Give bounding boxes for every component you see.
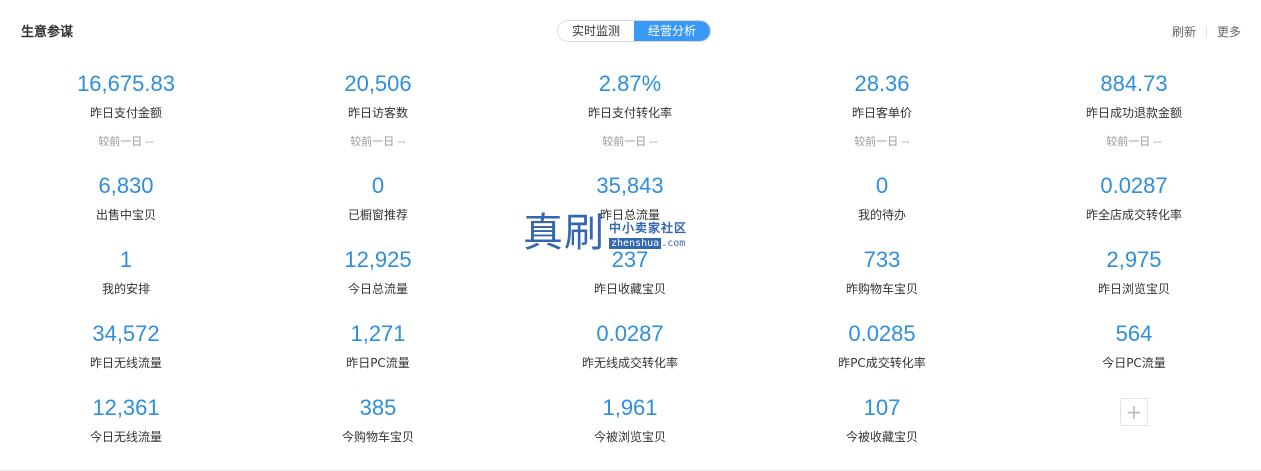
view-switch: 实时监测 经营分析 bbox=[557, 20, 712, 42]
metric-value: 0.0287 bbox=[1100, 173, 1168, 198]
metric-label: 今购物车宝贝 bbox=[341, 430, 414, 444]
metric-value: 20,506 bbox=[344, 71, 412, 96]
metric-cell[interactable]: 12,925 今日总流量 bbox=[252, 244, 504, 318]
metric-label: 今日无线流量 bbox=[89, 430, 162, 444]
metric-label: 昨日访客数 bbox=[347, 106, 408, 120]
metric-label: 今被收藏宝贝 bbox=[845, 430, 918, 444]
metric-value: 1,961 bbox=[602, 395, 658, 420]
metric-label: 今日PC流量 bbox=[1102, 356, 1166, 370]
metric-cell[interactable]: 733 昨购物车宝贝 bbox=[756, 244, 1008, 318]
metric-cell[interactable]: 1,271 昨日PC流量 bbox=[252, 318, 504, 392]
metrics-grid: 16,675.83 昨日支付金额 较前一日 -- 20,506 昨日访客数 较前… bbox=[0, 68, 1261, 466]
metric-value: 0.0285 bbox=[848, 321, 916, 346]
metric-cell[interactable]: 564 今日PC流量 bbox=[1008, 318, 1260, 392]
metric-value: 564 bbox=[1115, 321, 1153, 346]
metric-cell[interactable]: 1 我的安排 bbox=[0, 244, 252, 318]
divider bbox=[1205, 25, 1207, 38]
metric-label: 今日总流量 bbox=[347, 282, 408, 296]
metric-cell[interactable]: 107 今被收藏宝贝 bbox=[756, 392, 1008, 466]
metric-label: 昨日PC流量 bbox=[346, 356, 410, 370]
metric-cell[interactable]: 884.73 昨日成功退款金额 较前一日 -- bbox=[1008, 68, 1260, 170]
watermark-domain-suffix: .com bbox=[661, 238, 686, 249]
metric-value: 2.87% bbox=[598, 71, 662, 96]
add-metric-cell: + bbox=[1008, 392, 1260, 466]
metric-label: 昨日客单价 bbox=[851, 106, 912, 120]
tab-business-analysis[interactable]: 经营分析 bbox=[634, 21, 711, 41]
metric-value: 28.36 bbox=[854, 71, 910, 96]
watermark-domain: zhenshua .com bbox=[609, 238, 687, 249]
metric-value: 34,572 bbox=[92, 321, 160, 346]
metric-label: 昨全店成交转化率 bbox=[1085, 208, 1182, 222]
metric-cell[interactable]: 6,830 出售中宝贝 bbox=[0, 170, 252, 244]
metric-value: 107 bbox=[863, 395, 901, 420]
metric-label: 昨日收藏宝贝 bbox=[593, 282, 666, 296]
header-actions: 刷新 更多 bbox=[1172, 23, 1241, 40]
metric-value: 2,975 bbox=[1106, 247, 1162, 272]
metric-cell[interactable]: 1,961 今被浏览宝贝 bbox=[504, 392, 756, 466]
tab-realtime-monitor[interactable]: 实时监测 bbox=[558, 21, 635, 41]
metric-cell[interactable]: 385 今购物车宝贝 bbox=[252, 392, 504, 466]
metric-compare: 较前一日 -- bbox=[98, 135, 154, 148]
metric-label: 已橱窗推荐 bbox=[347, 208, 408, 222]
metric-label: 昨购物车宝贝 bbox=[845, 282, 918, 296]
panel-title: 生意参谋 bbox=[21, 25, 74, 40]
metric-cell[interactable]: 0.0287 昨无线成交转化率 bbox=[504, 318, 756, 392]
metric-value: 0 bbox=[875, 173, 889, 198]
metric-value: 0 bbox=[371, 173, 385, 198]
metric-cell[interactable]: 28.36 昨日客单价 较前一日 -- bbox=[756, 68, 1008, 170]
watermark-domain-box: zhenshua bbox=[609, 238, 662, 249]
business-advisor-panel: 生意参谋 实时监测 经营分析 刷新 更多 16,675.83 昨日支付金额 较前… bbox=[0, 0, 1261, 471]
metric-value: 0.0287 bbox=[596, 321, 664, 346]
more-link[interactable]: 更多 bbox=[1217, 23, 1241, 40]
metric-cell[interactable]: 20,506 昨日访客数 较前一日 -- bbox=[252, 68, 504, 170]
watermark-top-text: 中小卖家社区 bbox=[609, 221, 688, 235]
metric-compare: 较前一日 -- bbox=[854, 135, 910, 148]
metrics-row: 1 我的安排 12,925 今日总流量 237 昨日收藏宝贝 733 昨购物车宝… bbox=[0, 244, 1261, 318]
metric-compare: 较前一日 -- bbox=[602, 135, 658, 148]
metric-value: 733 bbox=[863, 247, 901, 272]
watermark-side: 中小卖家社区 zhenshua .com bbox=[609, 219, 687, 249]
metric-label: 昨日成功退款金额 bbox=[1085, 106, 1182, 120]
watermark-main-text: 真刷 bbox=[523, 210, 605, 256]
metric-value: 12,361 bbox=[92, 395, 160, 420]
metric-value: 35,843 bbox=[596, 173, 664, 198]
metrics-row: 34,572 昨日无线流量 1,271 昨日PC流量 0.0287 昨无线成交转… bbox=[0, 318, 1261, 392]
metric-value: 6,830 bbox=[98, 173, 154, 198]
metric-label: 昨无线成交转化率 bbox=[581, 356, 678, 370]
metric-compare: 较前一日 -- bbox=[1106, 135, 1162, 148]
metric-cell[interactable]: 16,675.83 昨日支付金额 较前一日 -- bbox=[0, 68, 252, 170]
metric-value: 16,675.83 bbox=[77, 71, 175, 96]
plus-icon[interactable]: + bbox=[1120, 398, 1148, 426]
metric-value: 1 bbox=[119, 247, 133, 272]
metric-label: 昨日支付金额 bbox=[89, 106, 162, 120]
metric-label: 我的待办 bbox=[857, 208, 906, 222]
refresh-link[interactable]: 刷新 bbox=[1172, 23, 1196, 40]
metric-cell[interactable]: 0 已橱窗推荐 bbox=[252, 170, 504, 244]
metric-compare: 较前一日 -- bbox=[350, 135, 406, 148]
metric-label: 昨日浏览宝贝 bbox=[1097, 282, 1170, 296]
metric-value: 1,271 bbox=[350, 321, 406, 346]
watermark: 真刷 中小卖家社区 zhenshua .com bbox=[523, 211, 687, 255]
metrics-row: 16,675.83 昨日支付金额 较前一日 -- 20,506 昨日访客数 较前… bbox=[0, 68, 1261, 170]
metric-value: 12,925 bbox=[344, 247, 412, 272]
metric-value: 385 bbox=[359, 395, 397, 420]
metric-label: 今被浏览宝贝 bbox=[593, 430, 666, 444]
metric-cell[interactable]: 0 我的待办 bbox=[756, 170, 1008, 244]
metric-label: 出售中宝贝 bbox=[95, 208, 156, 222]
metric-cell[interactable]: 2,975 昨日浏览宝贝 bbox=[1008, 244, 1260, 318]
metric-label: 昨日无线流量 bbox=[89, 356, 162, 370]
metric-cell[interactable]: 12,361 今日无线流量 bbox=[0, 392, 252, 466]
metric-cell[interactable]: 0.0285 昨PC成交转化率 bbox=[756, 318, 1008, 392]
metric-cell[interactable]: 34,572 昨日无线流量 bbox=[0, 318, 252, 392]
metric-label: 我的安排 bbox=[101, 282, 150, 296]
metric-label: 昨日支付转化率 bbox=[587, 106, 672, 120]
metric-cell[interactable]: 0.0287 昨全店成交转化率 bbox=[1008, 170, 1260, 244]
metric-value: 884.73 bbox=[1100, 71, 1168, 96]
metric-cell[interactable]: 2.87% 昨日支付转化率 较前一日 -- bbox=[504, 68, 756, 170]
metric-label: 昨PC成交转化率 bbox=[838, 356, 926, 370]
metrics-row: 12,361 今日无线流量 385 今购物车宝贝 1,961 今被浏览宝贝 10… bbox=[0, 392, 1261, 466]
